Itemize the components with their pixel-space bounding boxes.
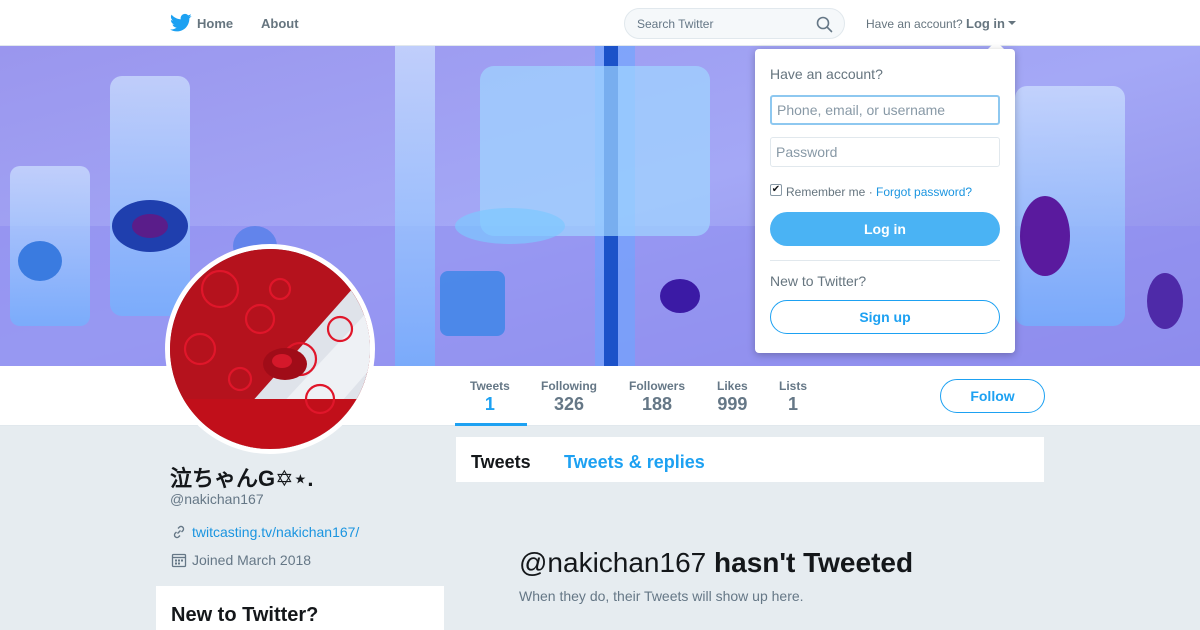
- have-account-text: Have an account?: [866, 17, 963, 31]
- top-nav-bar: Home About Have an account? Log in: [0, 0, 1200, 46]
- stat-value: 188: [641, 394, 673, 414]
- login-button[interactable]: Log in: [770, 212, 1000, 246]
- stat-label: Followers: [629, 379, 686, 393]
- remember-me-label: Remember me ·: [786, 185, 873, 199]
- stat-value: 1: [788, 394, 799, 414]
- new-to-twitter-text: New to Twitter?: [770, 273, 867, 289]
- avatar[interactable]: [165, 244, 375, 454]
- stat-label: Lists: [779, 379, 808, 393]
- stat-value: 1: [484, 394, 495, 414]
- empty-suffix: hasn't Tweeted: [714, 547, 914, 578]
- profile-url-link[interactable]: twitcasting.tv/nakichan167/: [192, 524, 359, 540]
- stat-lists[interactable]: Lists 1: [779, 379, 807, 415]
- twitter-bird-icon[interactable]: [170, 13, 192, 33]
- nav-home-link[interactable]: Home: [197, 16, 233, 31]
- caret-down-icon[interactable]: [1008, 21, 1016, 25]
- dropdown-title: Have an account?: [770, 66, 883, 82]
- signup-card-title: New to Twitter?: [171, 604, 319, 626]
- dropdown-pointer: [988, 41, 1004, 49]
- stat-value: 999: [717, 394, 748, 414]
- stat-label: Likes: [717, 379, 748, 393]
- username-field[interactable]: [770, 95, 1000, 125]
- stat-followers[interactable]: Followers 188: [629, 379, 685, 415]
- stat-tweets[interactable]: Tweets 1: [470, 379, 510, 415]
- search-input[interactable]: [637, 15, 807, 33]
- tab-tweets[interactable]: Tweets: [471, 452, 531, 473]
- forgot-password-link[interactable]: Forgot password?: [876, 185, 972, 199]
- empty-timeline-subtitle: When they do, their Tweets will show up …: [519, 588, 804, 604]
- empty-timeline-title: @nakichan167 hasn't Tweeted: [519, 547, 913, 579]
- timeline-tabs: Tweets Tweets & replies: [456, 437, 1044, 482]
- tab-tweets-replies[interactable]: Tweets & replies: [564, 452, 705, 473]
- stat-likes[interactable]: Likes 999: [717, 379, 748, 415]
- follow-button[interactable]: Follow: [940, 379, 1045, 413]
- signup-button[interactable]: Sign up: [770, 300, 1000, 334]
- search-box[interactable]: [624, 8, 845, 39]
- password-field[interactable]: [770, 137, 1000, 167]
- search-icon[interactable]: [816, 16, 833, 33]
- joined-date: Joined March 2018: [192, 552, 312, 568]
- login-toggle[interactable]: Log in: [966, 16, 1005, 31]
- stat-label: Tweets: [470, 379, 510, 393]
- divider: [770, 260, 1000, 261]
- remember-me-checkbox[interactable]: ✔: [770, 184, 782, 196]
- screen-name[interactable]: @nakichan167: [170, 491, 264, 507]
- active-stat-underline: [455, 423, 527, 426]
- stat-following[interactable]: Following 326: [541, 379, 597, 415]
- display-name: 泣ちゃんG✡⋆.: [170, 466, 314, 491]
- nav-about-link[interactable]: About: [261, 16, 299, 31]
- link-icon: [173, 525, 185, 539]
- signup-card: New to Twitter?: [156, 586, 444, 630]
- stat-value: 326: [553, 394, 585, 414]
- avatar-image: [170, 249, 370, 449]
- login-dropdown: Have an account? ✔ Remember me · Forgot …: [755, 49, 1015, 353]
- calendar-icon: [171, 553, 187, 568]
- stat-label: Following: [541, 379, 597, 393]
- empty-handle: @nakichan167: [519, 547, 707, 578]
